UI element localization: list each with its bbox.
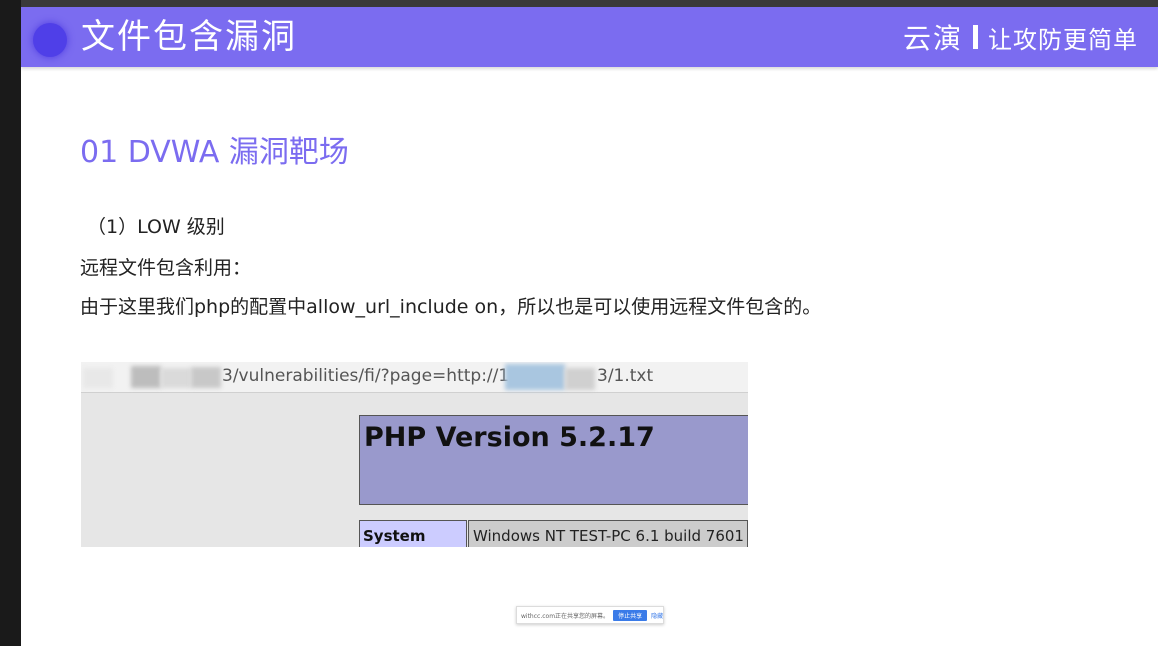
php-version-box: PHP Version 5.2.17 <box>359 415 748 505</box>
redacted-block <box>191 367 221 388</box>
top-strip <box>0 0 1158 7</box>
redacted-block <box>161 368 191 388</box>
slide-title: 文件包含漏洞 <box>81 17 297 57</box>
system-label: System <box>359 520 467 547</box>
brand-name: 云演 <box>902 22 963 55</box>
section-title: 01 DVWA 漏洞靶场 <box>80 135 349 170</box>
php-version: PHP Version 5.2.17 <box>364 422 655 453</box>
system-row: System Windows NT TEST-PC 6.1 build 7601 <box>359 520 748 547</box>
slide-header: 文件包含漏洞 云演 让攻防更简单 <box>21 7 1158 67</box>
level-heading: （1）LOW 级别 <box>87 216 225 238</box>
redacted-block <box>565 368 595 390</box>
url-bar: 3/vulnerabilities/fi/?page=http://19 3/1… <box>81 362 748 393</box>
redacted-block <box>505 364 565 390</box>
brand-slogan: 让攻防更简单 <box>988 25 1138 54</box>
left-dark-bar <box>0 0 21 646</box>
share-text: withcc.com正在共享您的屏幕。 <box>521 612 610 620</box>
header-circle-icon <box>33 23 67 57</box>
url-text-part1: 3/vulnerabilities/fi/?page=http://19 <box>222 366 521 386</box>
slide: 文件包含漏洞 云演 让攻防更简单 01 DVWA 漏洞靶场 （1）LOW 级别 … <box>21 7 1158 646</box>
redacted-block <box>131 366 161 388</box>
embedded-screenshot: 3/vulnerabilities/fi/?page=http://19 3/1… <box>81 362 748 547</box>
subheading: 远程文件包含利用： <box>80 257 252 279</box>
brand-divider <box>973 25 978 49</box>
description: 由于这里我们php的配置中allow_url_include on，所以也是可以… <box>80 296 822 318</box>
brand: 云演 让攻防更简单 <box>903 19 1138 55</box>
url-text-part2: 3/1.txt <box>597 366 654 386</box>
redacted-block <box>83 368 113 388</box>
screen-share-bar: withcc.com正在共享您的屏幕。 停止共享 隐藏 <box>516 606 664 624</box>
hide-share-link[interactable]: 隐藏 <box>651 611 663 620</box>
system-value: Windows NT TEST-PC 6.1 build 7601 <box>468 520 748 547</box>
stop-share-button[interactable]: 停止共享 <box>613 609 648 621</box>
